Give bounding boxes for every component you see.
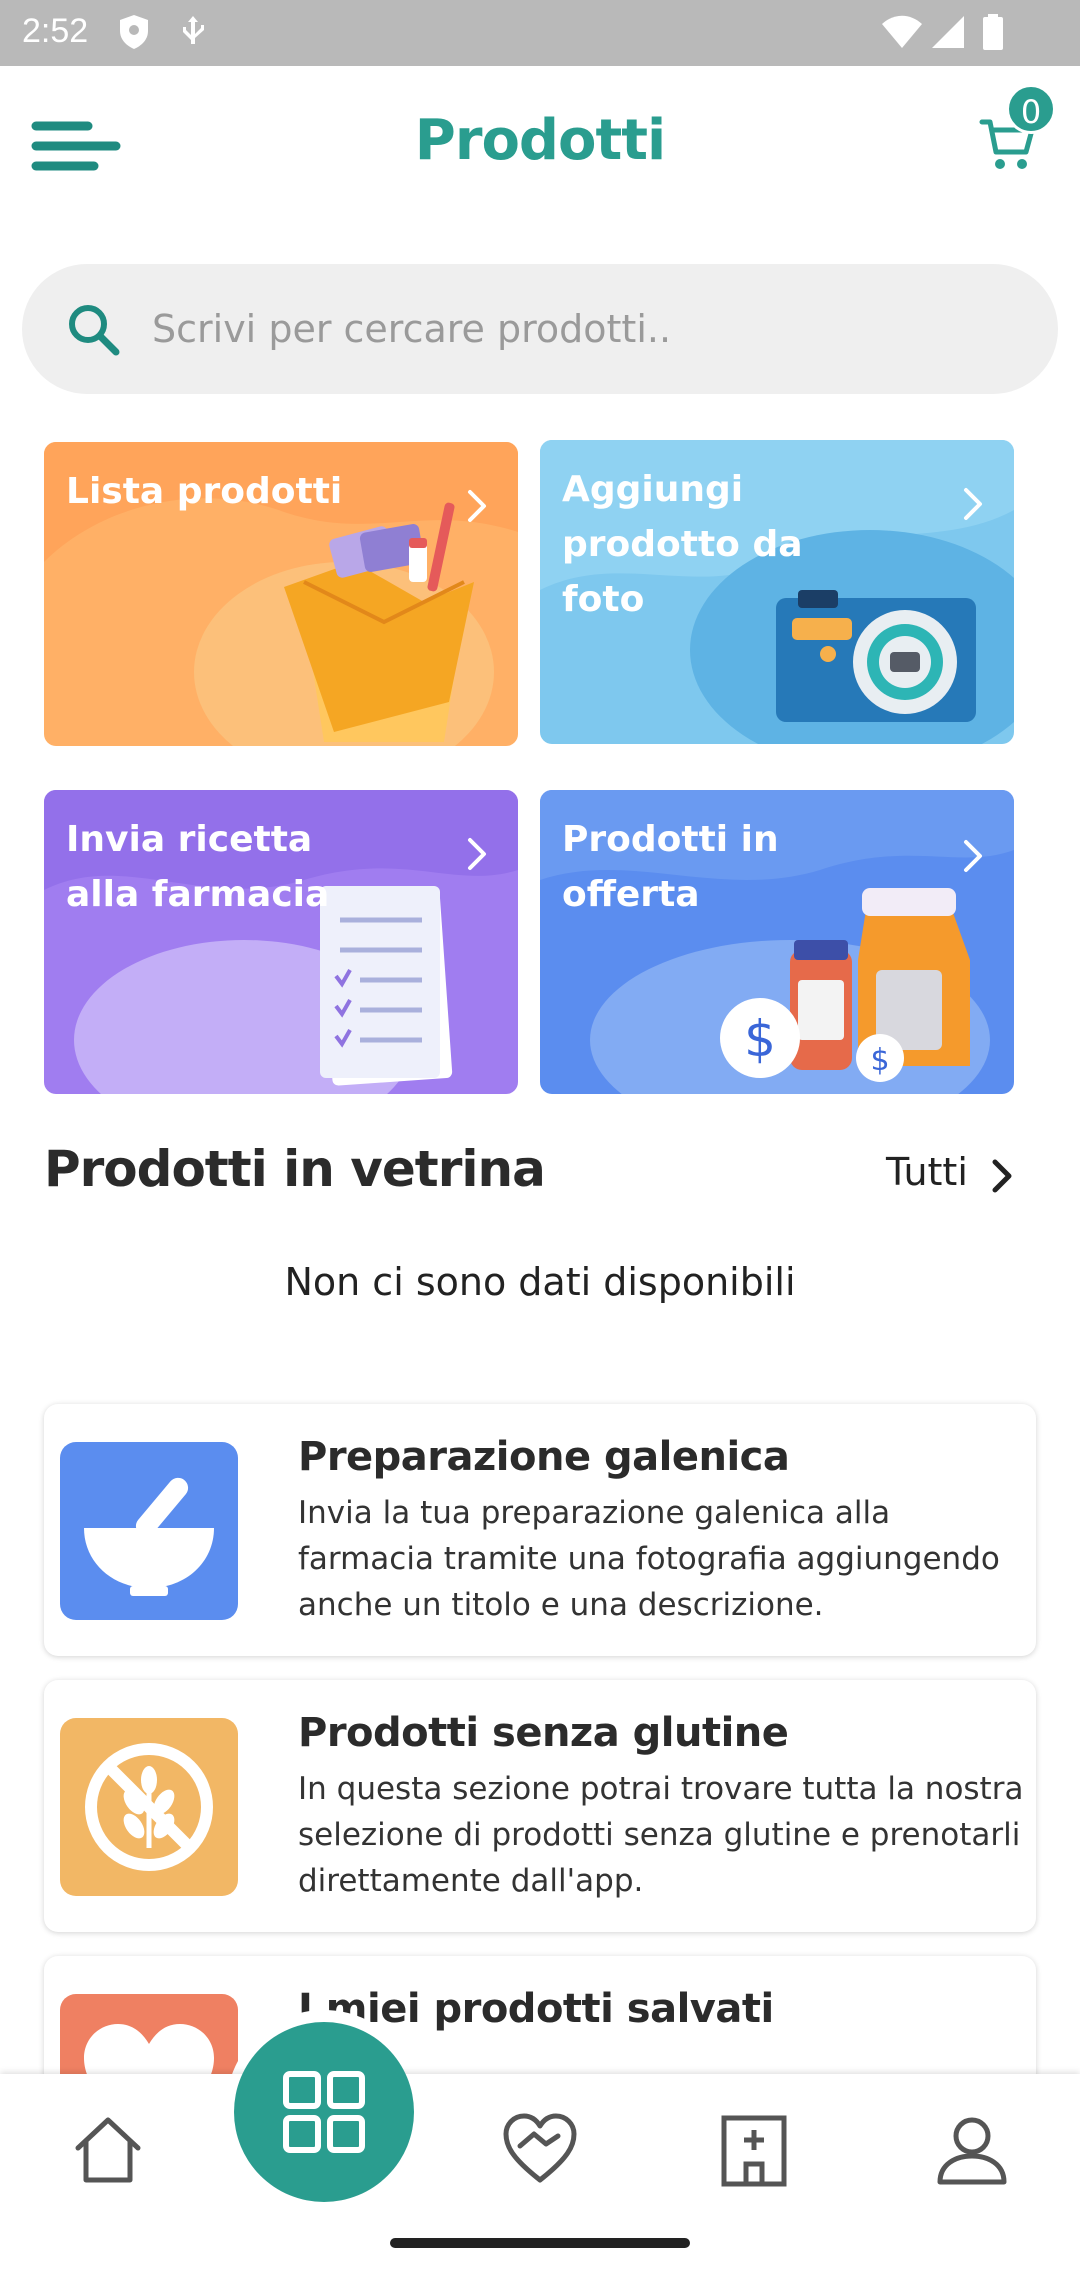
tile-label: Aggiungi prodotto da foto (562, 469, 803, 620)
chevron-right-icon (468, 838, 486, 870)
search-icon (69, 305, 120, 356)
search-input[interactable] (152, 294, 1012, 364)
card-prodotti-senza-glutine[interactable]: Prodotti senza glutine In questa sezione… (44, 1680, 1036, 1932)
section-title: Prodotti in vetrina (44, 1140, 546, 1198)
status-time: 2:52 (22, 12, 89, 50)
usb-icon (183, 16, 204, 44)
chevron-right-icon[interactable] (990, 1158, 1016, 1194)
tile-lista-prodotti[interactable]: Lista prodotti (44, 442, 518, 746)
products-grid-button[interactable] (234, 2022, 414, 2202)
tile-invia-ricetta[interactable]: Invia ricetta alla farmacia (44, 790, 518, 1094)
tile-label: Prodotti in offerta (562, 819, 779, 915)
card-title: Preparazione galenica (298, 1434, 790, 1480)
wifi-icon (882, 15, 922, 48)
mortar-pestle-icon (60, 1442, 238, 1620)
status-bar: 2:52 (0, 0, 1080, 66)
home-indicator (390, 2238, 690, 2248)
battery-icon (983, 14, 1003, 50)
see-all-link[interactable]: Tutti (886, 1150, 968, 1194)
products-grid-icon (283, 2071, 365, 2153)
signal-icon (932, 16, 964, 48)
tile-label: Invia ricetta alla farmacia (66, 819, 330, 915)
tile-prodotti-offerta[interactable]: $ $ Prodotti in offerta (540, 790, 1014, 1094)
card-description: In questa sezione potrai trovare tutta l… (298, 1771, 1024, 1899)
tile-label: Lista prodotti (66, 471, 343, 512)
heart-handshake-icon[interactable] (500, 2110, 580, 2190)
profile-icon[interactable] (932, 2110, 1012, 2190)
home-icon[interactable] (68, 2110, 148, 2190)
card-description: Invia la tua preparazione galenica alla … (298, 1495, 1000, 1623)
svg-text:$: $ (744, 1010, 776, 1068)
chevron-right-icon (964, 488, 982, 520)
app-bar: Prodotti 0 (0, 66, 1080, 226)
card-preparazione-galenica[interactable]: Preparazione galenica Invia la tua prepa… (44, 1404, 1036, 1656)
chevron-right-icon (964, 840, 982, 872)
search-bar[interactable] (22, 264, 1058, 394)
cart-count-badge: 0 (1006, 84, 1056, 134)
empty-state-text: Non ci sono dati disponibili (284, 1260, 796, 1304)
page-title: Prodotti (414, 108, 666, 173)
pharmacy-icon[interactable] (714, 2110, 794, 2190)
card-title: Prodotti senza glutine (298, 1710, 789, 1756)
shield-icon (120, 15, 148, 49)
gluten-free-icon (60, 1718, 238, 1896)
chevron-right-icon (468, 490, 486, 522)
tile-aggiungi-prodotto-foto[interactable]: Aggiungi prodotto da foto (540, 440, 1014, 744)
svg-text:$: $ (870, 1043, 889, 1078)
bottom-navigation (0, 2074, 1080, 2280)
